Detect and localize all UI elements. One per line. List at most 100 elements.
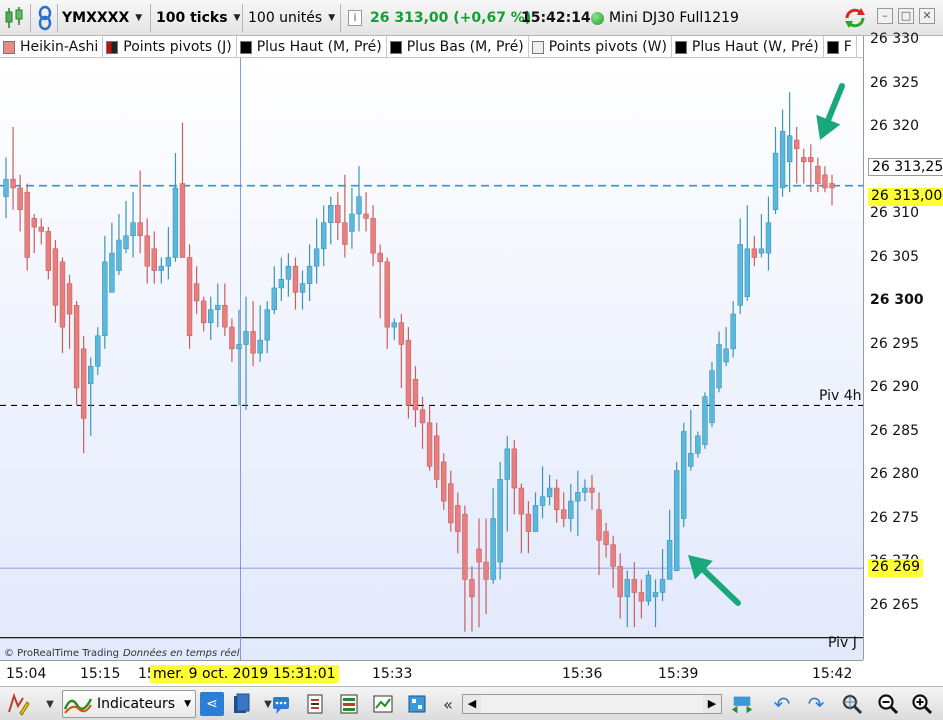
close-icon[interactable]: ✕ <box>919 8 935 24</box>
candle-down <box>229 326 235 350</box>
legend-item[interactable]: Heikin-Ashi <box>0 36 104 57</box>
candle-down <box>17 187 23 210</box>
price-axis[interactable]: 26 33026 32526 32026 31526 31026 30526 3… <box>863 31 943 660</box>
chart-type-icon[interactable] <box>4 0 26 36</box>
candle-up <box>546 487 553 498</box>
chart-canvas[interactable] <box>0 58 863 660</box>
candle-down <box>38 226 44 232</box>
legend-item[interactable]: Points pivots (J) <box>103 36 237 57</box>
candle-up <box>497 479 503 563</box>
instrument-label: Mini DJ30 Full1219 <box>609 10 739 26</box>
legend-label: Points pivots (J) <box>123 39 232 55</box>
redo-icon[interactable]: ↷ <box>804 692 828 716</box>
candle-up <box>130 222 136 237</box>
link-icon[interactable] <box>36 0 54 36</box>
candle-down <box>518 487 525 515</box>
candle-down <box>144 235 150 267</box>
legend-label: Heikin-Ashi <box>20 39 99 55</box>
time-axis[interactable]: 15:42 15:39 15:36 15:33 15 15:15 15:04 mer. 9 … <box>0 660 863 686</box>
zoom-range-icon[interactable] <box>730 692 754 716</box>
legend-item[interactable]: Points pivots (W) <box>529 36 672 57</box>
undo-icon[interactable]: ↶ <box>770 692 794 716</box>
legend-label: Plus Haut (W, Pré) <box>691 39 819 55</box>
time-tick-label: 15:42 <box>812 666 853 682</box>
legend-item[interactable]: Plus Haut (M, Pré) <box>237 36 387 57</box>
scroll-start-icon[interactable]: « <box>436 692 460 716</box>
candle-up <box>123 235 129 250</box>
candle-up <box>582 487 588 493</box>
legend-label: Points pivots (W) <box>548 39 667 55</box>
cursor-price-badge: 26 269 <box>868 559 923 578</box>
zoom-out-icon[interactable] <box>876 692 900 716</box>
time-scrollbar[interactable]: ◀ ▶ <box>462 694 722 714</box>
candle-up <box>257 339 263 354</box>
units-selector[interactable]: 100 unités <box>248 0 335 36</box>
refresh-icon[interactable] <box>842 0 868 36</box>
candle-down <box>631 579 638 593</box>
calendar-icon[interactable] <box>230 692 254 716</box>
price-tick-label: 26 310 <box>870 205 919 221</box>
candle-down <box>384 261 390 328</box>
top-toolbar: YMXXXX 100 ticks 100 unités i 26 313,00 … <box>0 0 943 36</box>
indicators-label: Indicateurs <box>97 696 176 712</box>
candle-down <box>250 331 256 354</box>
candle-down <box>638 592 645 602</box>
minimize-icon[interactable]: – <box>877 8 893 24</box>
share-icon[interactable]: ⋖ <box>200 692 224 716</box>
candle-up <box>702 396 708 445</box>
scroll-right-icon[interactable]: ▶ <box>703 695 721 713</box>
chart-window-icon[interactable] <box>371 692 395 716</box>
price-tick-label: 26 290 <box>870 379 919 395</box>
indicators-button[interactable]: Indicateurs ▼ <box>62 690 196 718</box>
drawing-dropdown-icon[interactable]: ▼ <box>38 692 62 716</box>
data-credit: © ProRealTime Trading Données en temps ré… <box>4 648 240 659</box>
maximize-icon[interactable]: □ <box>898 8 914 24</box>
ref-price-badge: 26 313,25 <box>868 158 943 177</box>
candle-up <box>102 261 108 337</box>
price-tick-label: 26 275 <box>870 509 919 526</box>
candle-down <box>441 461 447 502</box>
order-book-icon[interactable] <box>337 692 361 716</box>
price-tick-label: 26 325 <box>870 74 919 91</box>
indicators-icon <box>63 698 93 714</box>
symbol-label: YMXXXX <box>62 10 130 26</box>
candle-up <box>688 452 694 467</box>
price-tick-label: 26 265 <box>870 596 919 613</box>
candle-up <box>758 248 765 254</box>
scroll-left-icon[interactable]: ◀ <box>463 695 481 713</box>
candle-up <box>716 344 722 389</box>
candle-down <box>398 322 405 345</box>
indicators-dropdown-icon: ▼ <box>184 699 191 709</box>
candle-down <box>448 483 454 524</box>
legend-item[interactable]: Plus Haut (W, Pré) <box>672 36 824 57</box>
zoom-auto-icon[interactable] <box>840 692 864 716</box>
price-chart[interactable]: Piv 4h Piv J © ProRealTime Trading Donnée… <box>0 58 863 660</box>
legend-item[interactable]: F <box>824 36 857 57</box>
units-label: 100 unités <box>248 10 323 26</box>
candle-down <box>179 183 186 258</box>
candle-up <box>681 431 687 519</box>
screener-icon[interactable] <box>405 692 429 716</box>
zoom-in-icon[interactable] <box>910 692 934 716</box>
price-tick-label: 26 280 <box>870 466 919 482</box>
ticks-label: 100 ticks <box>156 10 228 26</box>
candle-up <box>95 335 101 367</box>
drawing-pencil-icon[interactable] <box>6 692 30 716</box>
candle-down <box>151 248 157 271</box>
candle-up <box>356 196 362 215</box>
price-change: (+0,67 %) <box>453 10 532 26</box>
candle-up <box>624 579 630 598</box>
candle-up <box>299 283 306 293</box>
chat-icon[interactable] <box>270 692 294 716</box>
ticks-selector[interactable]: 100 ticks <box>156 0 240 36</box>
instrument-name: Mini DJ30 Full1219 <box>609 0 739 36</box>
candle-down <box>455 505 461 532</box>
candle-down <box>829 183 835 189</box>
info-icon[interactable]: i <box>348 0 362 36</box>
candle-up <box>306 265 313 284</box>
symbol-selector[interactable]: YMXXXX <box>62 0 142 36</box>
alert-list-icon[interactable] <box>303 692 327 716</box>
legend-item[interactable]: Plus Bas (M, Pré) <box>387 36 529 57</box>
credit-source: © ProRealTime Trading <box>4 648 119 659</box>
candle-down <box>45 231 52 271</box>
